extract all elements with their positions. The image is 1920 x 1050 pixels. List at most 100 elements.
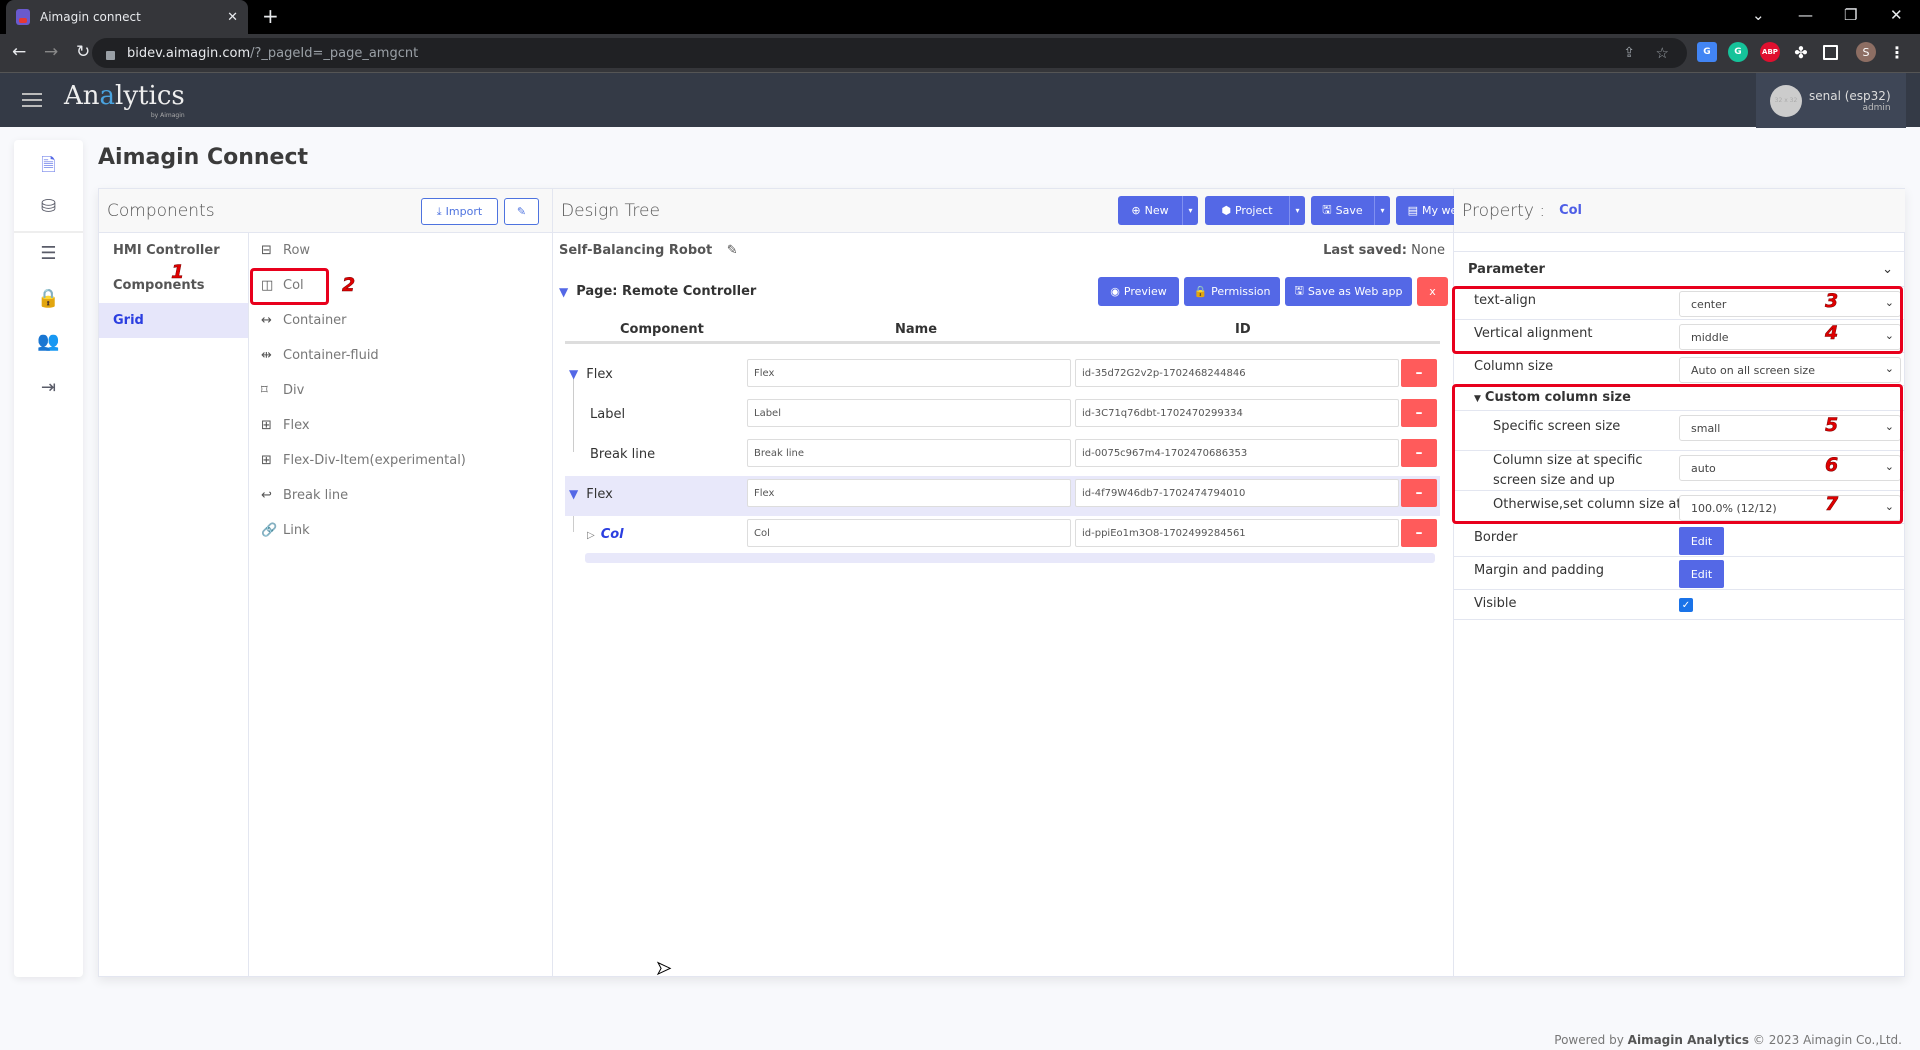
import-button[interactable]: ⤓ Import	[421, 198, 498, 225]
parameter-title: Parameter	[1468, 261, 1545, 277]
edit-components-button[interactable]: ✎	[504, 198, 539, 225]
lock-icon[interactable]: 🔒	[14, 288, 83, 309]
grammarly-icon[interactable]: G	[1728, 42, 1748, 62]
bookmark-star-icon[interactable]: ☆	[1656, 44, 1669, 62]
drop-zone[interactable]	[585, 553, 1435, 563]
close-page-button[interactable]: x	[1417, 277, 1448, 306]
collapse-triangle-icon[interactable]: ▼	[559, 285, 568, 299]
component-item-break-line[interactable]: ↩ Break line	[249, 478, 552, 513]
item-label: Row	[283, 243, 311, 258]
id-input[interactable]	[1075, 359, 1399, 387]
restore-button[interactable]: ❐	[1844, 6, 1857, 24]
component-item-flex-div-item[interactable]: ⊞ Flex-Div-Item(experimental)	[249, 443, 552, 478]
property-title: Property :	[1462, 200, 1546, 221]
annotation-5: 5	[1825, 414, 1839, 437]
close-label: x	[1429, 285, 1436, 298]
save-dropdown-toggle[interactable]: ▾	[1374, 196, 1390, 225]
property-header: Property : Col	[1454, 189, 1905, 233]
tree-row-component: ▷ Col	[587, 527, 624, 542]
delete-button[interactable]: –	[1401, 359, 1437, 387]
visible-checkbox[interactable]: ✓	[1679, 598, 1693, 612]
database-icon[interactable]: ⛁	[14, 196, 83, 217]
component-item-row[interactable]: ⊟ Row	[249, 233, 552, 268]
tree-row[interactable]: Label –	[565, 396, 1440, 436]
id-input[interactable]	[1075, 479, 1399, 507]
delete-button[interactable]: –	[1401, 439, 1437, 467]
border-edit-button[interactable]: Edit	[1679, 527, 1724, 555]
server-icon[interactable]: ☰	[14, 243, 83, 264]
footer-brand-link[interactable]: Aimagin Analytics	[1628, 1033, 1749, 1047]
tree-row-component: ▼ Flex	[569, 367, 613, 382]
parameter-section-header[interactable]: Parameter ⌄	[1454, 251, 1905, 287]
components-header: Components ⤓ Import ✎	[99, 189, 552, 233]
tree-row-selected[interactable]: ▷ Col –	[565, 516, 1440, 556]
save-as-web-app-button[interactable]: 🖫 Save as Web app	[1285, 277, 1412, 306]
pencil-icon[interactable]: ✎	[727, 243, 738, 258]
extensions-puzzle-icon[interactable]: ✤	[1791, 42, 1811, 62]
browser-menu-icon[interactable]: ⋮	[1887, 42, 1907, 62]
logout-icon[interactable]: ⇥	[14, 377, 83, 398]
delete-button[interactable]: –	[1401, 399, 1437, 427]
reload-button[interactable]: ↻	[76, 42, 90, 62]
tab-search-icon[interactable]: ⌄	[1752, 6, 1765, 24]
id-input[interactable]	[1075, 439, 1399, 467]
project-dropdown-toggle[interactable]: ▾	[1289, 196, 1305, 225]
id-input[interactable]	[1075, 519, 1399, 547]
user-role: admin	[1862, 102, 1891, 113]
tree-row[interactable]: ▼ Flex –	[565, 476, 1440, 516]
component-item-div[interactable]: ⌑ Div	[249, 373, 552, 408]
logo-by-text: by Aimagin	[150, 112, 185, 119]
user-menu[interactable]: 32 x 32 senal (esp32) admin	[1756, 73, 1906, 128]
page-header[interactable]: ▼ Page: Remote Controller	[559, 284, 756, 299]
expand-triangle-outline-icon[interactable]: ▷	[587, 530, 595, 541]
profile-avatar[interactable]: S	[1856, 42, 1876, 62]
side-panel-icon[interactable]	[1823, 45, 1838, 60]
window-close-button[interactable]: ✕	[1890, 6, 1903, 24]
analytics-logo[interactable]: Analytics by Aimagin	[64, 81, 185, 119]
component-item-link[interactable]: 🔗 Link	[249, 513, 552, 548]
name-input[interactable]	[747, 399, 1071, 427]
minimize-button[interactable]: —	[1798, 6, 1813, 24]
item-label: Container	[283, 313, 347, 328]
id-input[interactable]	[1075, 399, 1399, 427]
name-input[interactable]	[747, 479, 1071, 507]
users-icon[interactable]: 👥	[14, 331, 83, 352]
name-input[interactable]	[747, 439, 1071, 467]
google-translate-icon[interactable]: G	[1697, 42, 1717, 62]
new-button[interactable]: ⊕ New	[1118, 196, 1182, 225]
new-tab-button[interactable]: +	[262, 4, 279, 28]
name-input[interactable]	[747, 359, 1071, 387]
delete-button[interactable]: –	[1401, 479, 1437, 507]
expand-triangle-icon[interactable]: ▼	[569, 367, 578, 381]
category-grid[interactable]: Grid	[99, 303, 248, 338]
share-icon[interactable]: ⇪	[1623, 45, 1635, 61]
column-name: Name	[895, 322, 938, 337]
component-item-container-fluid[interactable]: ⇹ Container-fluid	[249, 338, 552, 373]
preview-button[interactable]: ◉ Preview	[1098, 277, 1179, 306]
app-header: Analytics by Aimagin 32 x 32 senal (esp3…	[0, 72, 1920, 128]
chevron-down-icon[interactable]: ⌄	[1882, 262, 1893, 277]
hamburger-menu-icon[interactable]	[22, 93, 42, 107]
project-button[interactable]: ⬢ Project	[1205, 196, 1289, 225]
permission-button[interactable]: 🔒 Permission	[1184, 277, 1280, 306]
adblock-plus-icon[interactable]: ABP	[1760, 42, 1780, 62]
expand-triangle-icon[interactable]: ▼	[569, 487, 578, 501]
property-panel: Property : Col Parameter ⌄ text-align ce…	[1452, 189, 1905, 976]
address-bar[interactable]: bidev.aimagin.com /?_pageId=_page_amgcnt…	[92, 38, 1687, 68]
margin-padding-edit-button[interactable]: Edit	[1679, 560, 1724, 588]
forward-button[interactable]: →	[44, 42, 58, 62]
tree-row[interactable]: ▼ Flex –	[565, 356, 1440, 396]
save-button[interactable]: 🖫 Save	[1311, 196, 1374, 225]
delete-button[interactable]: –	[1401, 519, 1437, 547]
browser-tab[interactable]: Aimagin connect ✕	[6, 0, 248, 34]
back-button[interactable]: ←	[12, 42, 26, 62]
tree-row[interactable]: Break line –	[565, 436, 1440, 476]
tab-close-icon[interactable]: ✕	[227, 10, 238, 25]
code-file-icon[interactable]: 🗎	[14, 153, 83, 183]
last-saved: Last saved: None	[1323, 243, 1445, 258]
component-item-flex[interactable]: ⊞ Flex	[249, 408, 552, 443]
component-item-container[interactable]: ↔ Container	[249, 303, 552, 338]
column-size-select[interactable]: Auto on all screen size ⌄	[1679, 357, 1901, 383]
name-input[interactable]	[747, 519, 1071, 547]
new-dropdown-toggle[interactable]: ▾	[1182, 196, 1198, 225]
